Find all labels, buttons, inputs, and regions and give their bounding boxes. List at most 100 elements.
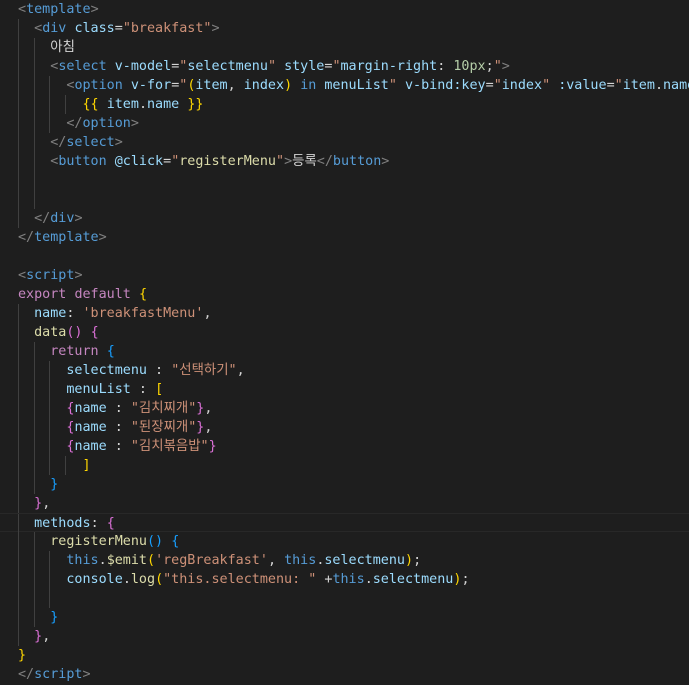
code-line[interactable]: {name : "김치찌개"},	[0, 399, 689, 418]
code-token: >	[381, 154, 390, 169]
code-line[interactable]: </div>	[0, 209, 689, 228]
code-line[interactable]: {{ item.name }}	[0, 95, 689, 114]
code-token: .	[654, 78, 663, 93]
code-token: {	[106, 344, 115, 359]
code-token: 아침	[18, 40, 75, 55]
code-line[interactable]: menuList : [	[0, 380, 689, 399]
code-token: template	[34, 230, 99, 245]
code-token: class	[74, 21, 115, 36]
code-token: }	[208, 439, 217, 454]
code-text: }	[18, 475, 58, 494]
code-line[interactable]: }	[0, 608, 689, 627]
code-token: :	[90, 516, 107, 531]
code-token: v-model	[114, 59, 172, 74]
code-token: name	[74, 420, 107, 435]
code-text: this.$emit('regBreakfast', this.selectme…	[18, 551, 421, 570]
code-text: name: 'breakfastMenu',	[18, 304, 211, 323]
code-line[interactable]: <button @click="registerMenu">등록</button…	[0, 152, 689, 171]
code-editor[interactable]: <template> <div class="breakfast"> 아침 <s…	[0, 0, 689, 685]
code-line[interactable]: console.log("this.selectmenu: " +this.se…	[0, 570, 689, 589]
code-token: {{	[82, 97, 99, 112]
code-token: margin-right	[340, 59, 438, 74]
indent-guide	[18, 589, 19, 608]
code-token: :	[106, 439, 131, 454]
code-token: .	[122, 572, 131, 587]
code-text: <option v-for="(item, index) in menuList…	[18, 76, 689, 95]
code-token: .	[138, 97, 147, 112]
code-line[interactable]: }	[0, 475, 689, 494]
code-token: +	[316, 572, 333, 587]
code-token: "김치볶음밥"	[130, 439, 209, 454]
code-token: methods	[34, 516, 91, 531]
code-text: ]	[18, 456, 91, 475]
code-token: {	[90, 325, 99, 340]
code-line[interactable]: 아침	[0, 38, 689, 57]
code-line[interactable]: </option>	[0, 114, 689, 133]
code-token: :	[106, 420, 131, 435]
code-text: <template>	[18, 0, 99, 19]
code-line[interactable]: </select>	[0, 133, 689, 152]
code-token: menuList	[324, 78, 389, 93]
code-line[interactable]: selectmenu : "선택하기",	[0, 361, 689, 380]
code-line[interactable]: {name : "김치볶음밥"}	[0, 437, 689, 456]
code-line[interactable]: },	[0, 627, 689, 646]
code-text: 아침	[18, 38, 75, 57]
code-line[interactable]: <select v-model="selectmenu" style="marg…	[0, 57, 689, 76]
code-line[interactable]: ]	[0, 456, 689, 475]
code-line[interactable]: <template>	[0, 0, 689, 19]
code-token: </	[66, 116, 83, 131]
code-line[interactable]: <div class="breakfast">	[0, 19, 689, 38]
code-token: option	[74, 78, 123, 93]
code-line[interactable]: return {	[0, 342, 689, 361]
indent-guide	[49, 589, 50, 608]
code-token: <	[34, 21, 43, 36]
code-line[interactable]	[0, 190, 689, 209]
code-line[interactable]: registerMenu() {	[0, 532, 689, 551]
code-token: >	[130, 116, 139, 131]
code-token: "	[276, 154, 285, 169]
code-token: selectmenu	[372, 572, 454, 587]
code-token: {	[106, 516, 115, 531]
code-line[interactable]: <script>	[0, 266, 689, 285]
code-token: ,	[267, 553, 285, 568]
code-line[interactable]: {name : "된장찌개"},	[0, 418, 689, 437]
code-line[interactable]: export default {	[0, 285, 689, 304]
code-token: [	[155, 382, 164, 397]
code-line[interactable]: <option v-for="(item, index) in menuList…	[0, 76, 689, 95]
code-line[interactable]	[0, 589, 689, 608]
code-line[interactable]: methods: {	[0, 513, 689, 533]
code-token: style	[284, 59, 325, 74]
code-text: {name : "김치찌개"},	[18, 399, 212, 418]
code-token: >	[211, 21, 220, 36]
code-line[interactable]: this.$emit('regBreakfast', this.selectme…	[0, 551, 689, 570]
code-token: this	[284, 553, 317, 568]
code-token: ()	[66, 325, 83, 340]
code-line[interactable]: </template>	[0, 228, 689, 247]
code-line[interactable]	[0, 171, 689, 190]
code-token: :	[106, 401, 131, 416]
code-token: .	[98, 553, 107, 568]
code-line[interactable]: name: 'breakfastMenu',	[0, 304, 689, 323]
code-line[interactable]: data() {	[0, 323, 689, 342]
code-token: name	[663, 78, 689, 93]
code-line[interactable]: </script>	[0, 665, 689, 684]
code-token: }	[50, 610, 59, 625]
code-line[interactable]: },	[0, 494, 689, 513]
code-line[interactable]: }	[0, 646, 689, 665]
code-line[interactable]	[0, 247, 689, 266]
code-token: =	[606, 78, 615, 93]
code-token: }	[34, 629, 43, 644]
code-token: ;	[413, 553, 422, 568]
code-text: console.log("this.selectmenu: " +this.se…	[18, 570, 469, 589]
code-token: index	[243, 78, 285, 93]
code-token: ,	[236, 363, 245, 378]
